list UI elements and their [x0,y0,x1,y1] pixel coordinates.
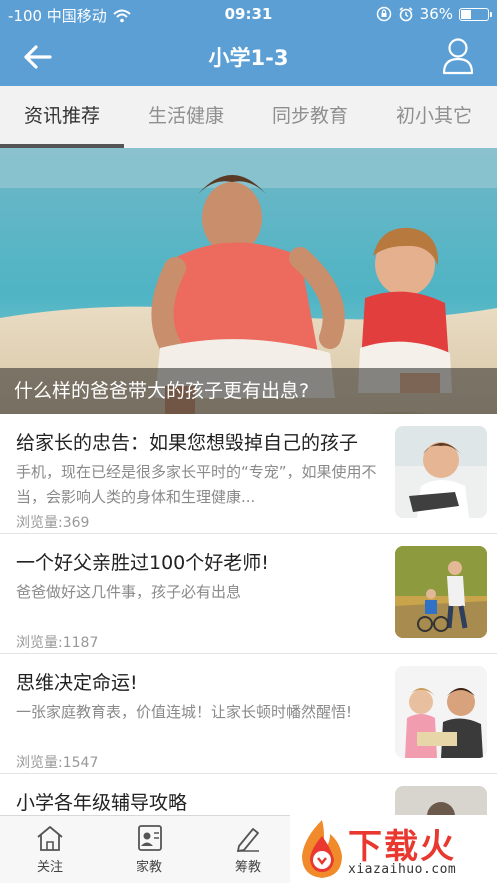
tab-news-recommend[interactable]: 资讯推荐 [0,86,124,148]
contact-card-icon [138,825,162,851]
user-icon[interactable] [441,37,475,75]
flame-logo-icon [302,820,342,878]
nav-bar: 小学1-3 [0,28,497,86]
news-thumbnail [395,426,487,518]
watermark-text: 下载火 [348,827,456,867]
bottom-tab-tutor[interactable]: 家教 [109,824,189,875]
alarm-icon [399,7,413,22]
news-summary: 手机，现在已经是很多家长平时的“专宠”，如果使用不当，会影响人类的身体和生理健康… [16,463,377,506]
category-tabs: 资讯推荐 生活健康 同步教育 初小其它 [0,86,497,148]
page-title: 小学1-3 [208,46,289,70]
bottom-tab-label: 关注 [36,860,63,875]
news-title: 小学各年级辅导攻略 [16,792,188,814]
bottom-tab-follow[interactable]: 关注 [10,824,90,875]
app-screen: -100 中国移动 09:31 36% 小学1-3 资讯推荐 生活健康 同步教育… [0,0,497,883]
news-thumbnail [395,666,487,758]
news-item[interactable]: 思维决定命运! 一张家庭教育表，价值连城！让家长顿时幡然醒悟! 浏览量:1547 [0,654,497,774]
battery-fill [461,9,472,19]
news-view-count: 浏览量:1187 [16,635,99,651]
status-right: 36% [376,5,492,23]
news-thumbnail [395,546,487,638]
bottom-tab-label: 家教 [135,860,162,875]
house-icon [37,826,63,851]
status-bar: -100 中国移动 09:31 36% [0,0,497,28]
battery-icon [459,7,492,21]
news-title: 一个好父亲胜过100个好老师! [16,552,269,574]
tab-primary-other[interactable]: 初小其它 [372,86,496,148]
battery-percent: 36% [419,5,453,23]
news-title: 思维决定命运! [16,672,138,694]
news-item[interactable]: 一个好父亲胜过100个好老师! 爸爸做好这几件事，孩子必有出息 浏览量:1187 [0,534,497,654]
pencil-icon [237,828,259,852]
bottom-tab-raise[interactable]: 筹教 [208,824,288,875]
watermark-url: xiazaihuo.com [348,862,457,877]
news-view-count: 浏览量:1547 [16,755,99,771]
banner-caption: 什么样的爸爸带大的孩子更有出息? [0,368,497,414]
tab-life-health[interactable]: 生活健康 [124,86,248,148]
bottom-tab-label: 筹教 [234,860,261,875]
news-summary: 一张家庭教育表，价值连城！让家长顿时幡然醒悟! [16,703,353,721]
watermark: 下载火 xiazaihuo.com [290,815,497,883]
news-view-count: 浏览量:369 [16,515,90,531]
news-item[interactable]: 给家长的忠告：如果您想毁掉自己的孩子 手机，现在已经是很多家长平时的“专宠”，如… [0,414,497,534]
top-bar: -100 中国移动 09:31 36% 小学1-3 [0,0,497,86]
news-title: 给家长的忠告：如果您想毁掉自己的孩子 [16,432,359,454]
news-list: 给家长的忠告：如果您想毁掉自己的孩子 手机，现在已经是很多家长平时的“专宠”，如… [0,414,497,883]
tab-sync-education[interactable]: 同步教育 [248,86,372,148]
rotation-lock-icon [376,6,391,22]
news-summary: 爸爸做好这几件事，孩子必有出息 [16,583,242,601]
featured-banner[interactable]: 什么样的爸爸带大的孩子更有出息? [0,148,497,414]
